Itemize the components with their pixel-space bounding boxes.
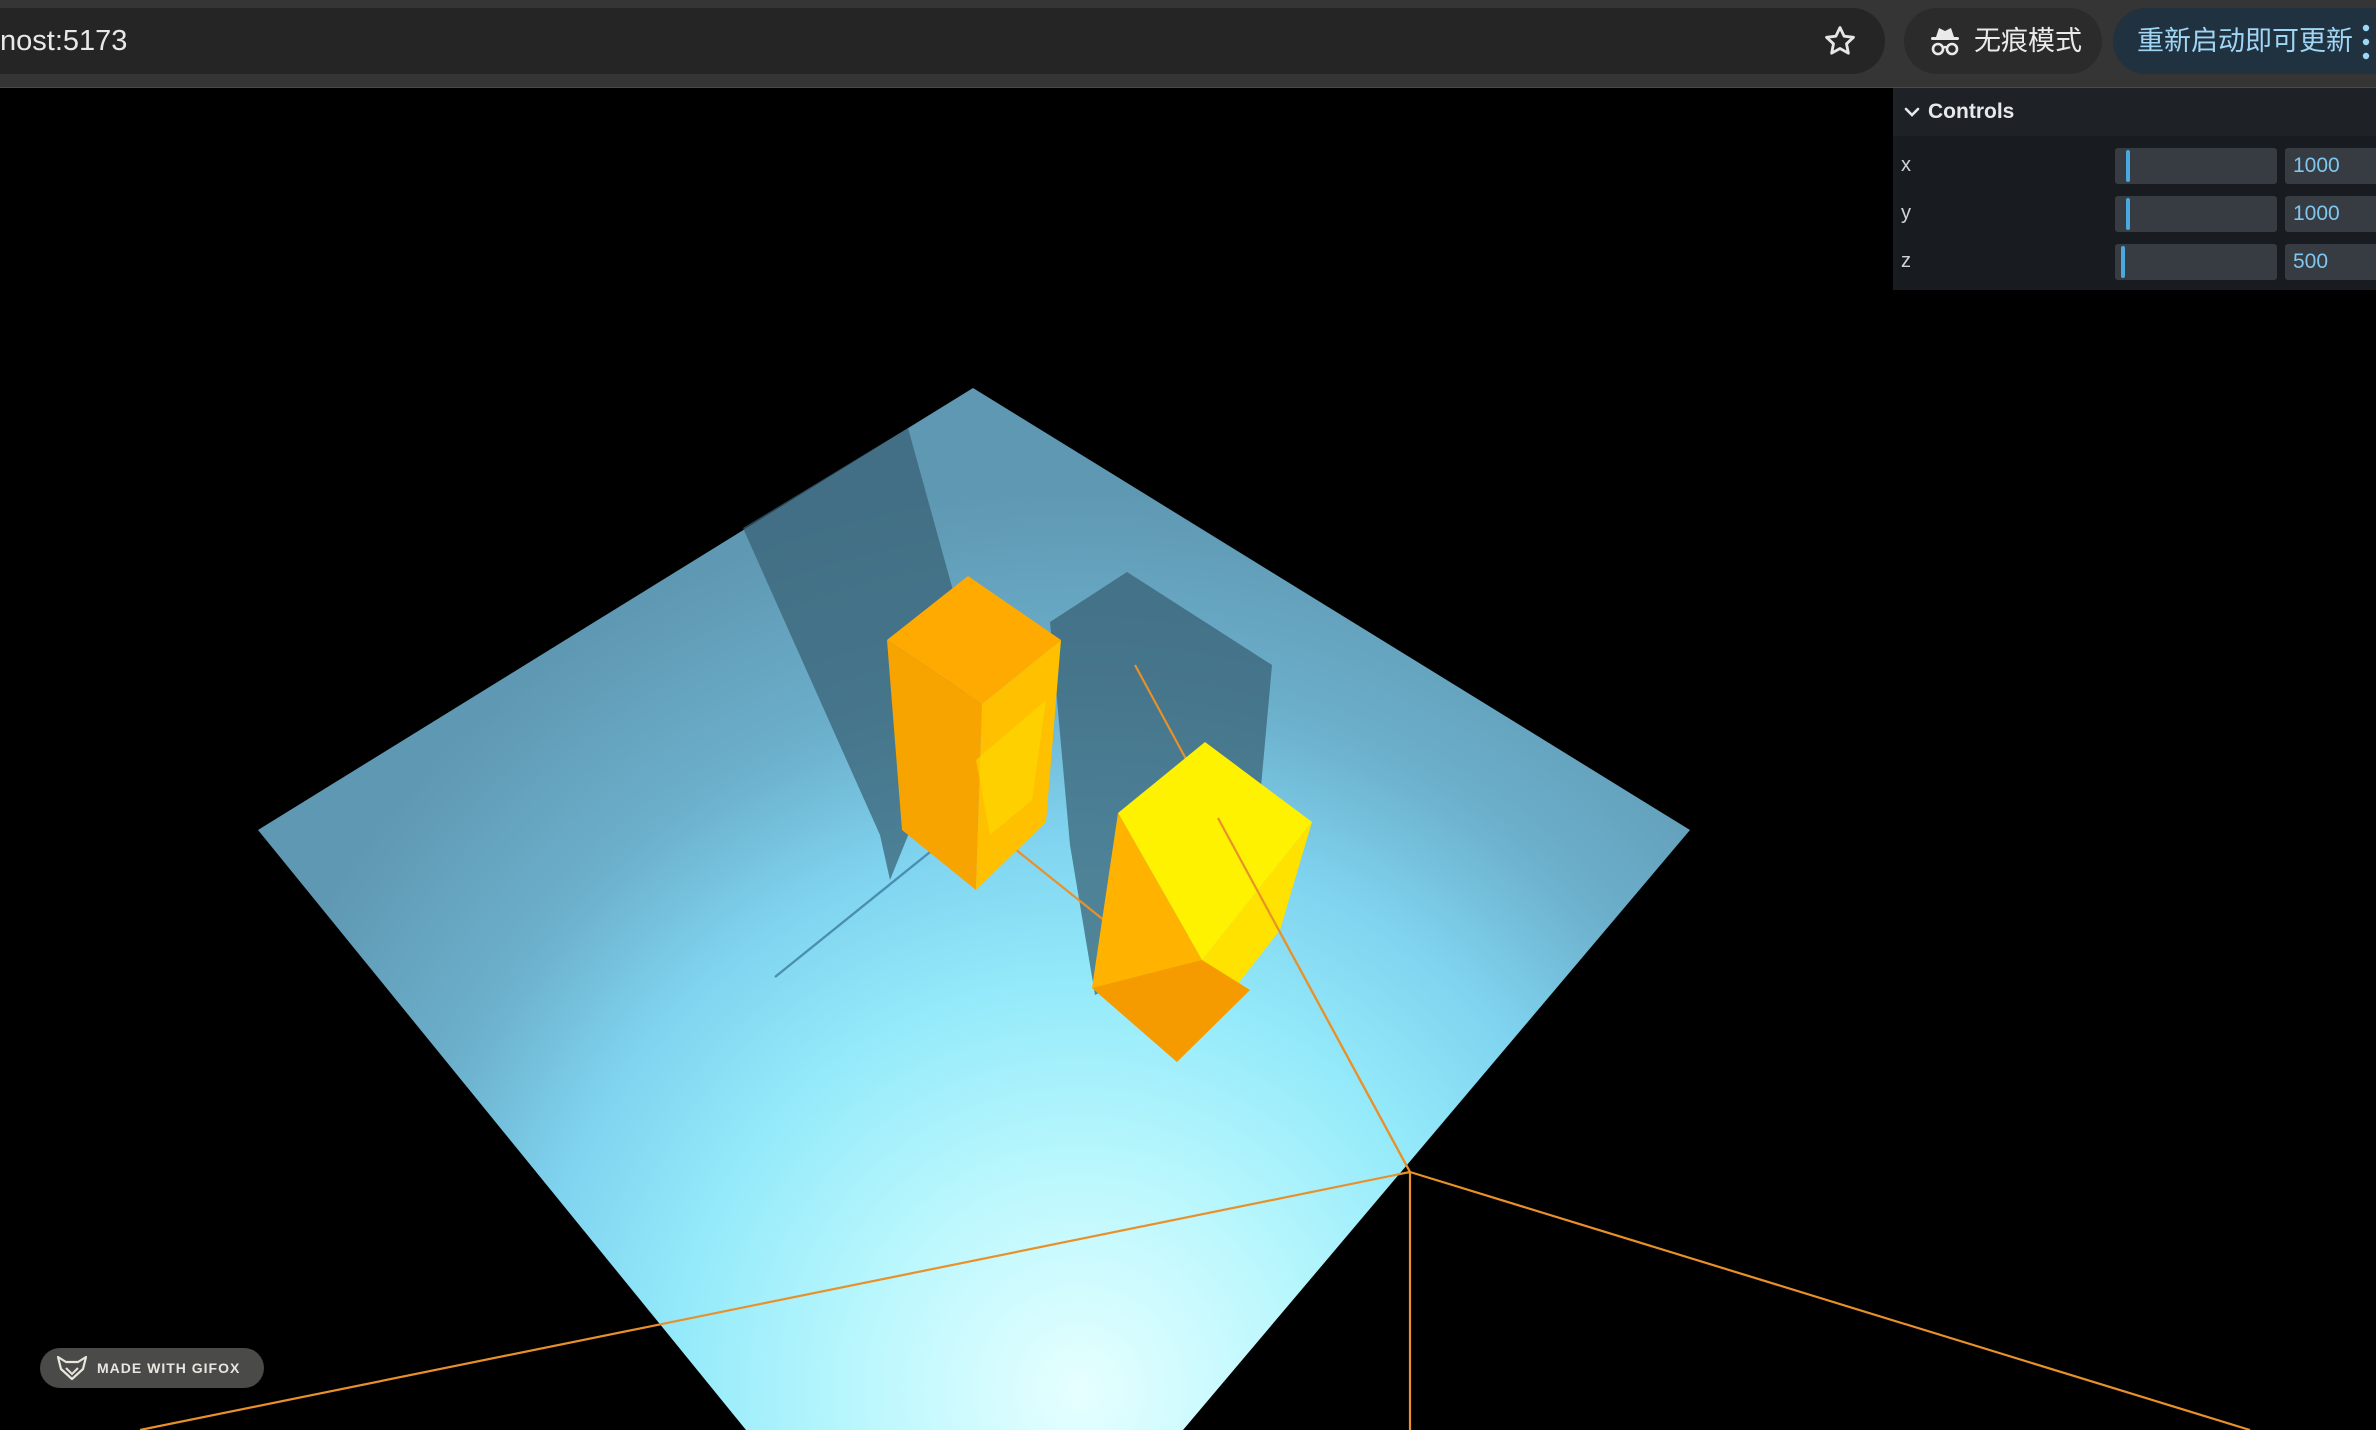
address-bar[interactable]: nost:5173	[0, 8, 1885, 74]
control-row-z: z 500	[1893, 240, 2376, 282]
slider-thumb-x[interactable]	[2126, 150, 2130, 182]
slider-x[interactable]	[2115, 148, 2277, 184]
control-label-z: z	[1901, 250, 1911, 272]
incognito-chip[interactable]: 无痕模式	[1904, 8, 2102, 74]
watermark-text: MADE WITH GIFOX	[97, 1360, 241, 1376]
control-row-x: x 1000	[1893, 144, 2376, 186]
slider-thumb-y[interactable]	[2126, 198, 2130, 230]
browser-toolbar: nost:5173 无痕模式 重新启动即可更新	[0, 0, 2376, 87]
fox-logo-icon	[56, 1355, 88, 1381]
controls-header[interactable]: Controls	[1893, 88, 2376, 136]
control-row-y: y 1000	[1893, 192, 2376, 234]
control-label-y: y	[1901, 202, 1911, 224]
incognito-icon	[1931, 28, 1959, 56]
slider-y[interactable]	[2115, 196, 2277, 232]
slider-thumb-z[interactable]	[2121, 246, 2125, 278]
slider-z[interactable]	[2115, 244, 2277, 280]
control-label-x: x	[1901, 154, 1911, 176]
number-input-x[interactable]: 1000	[2285, 148, 2376, 184]
number-value-x[interactable]: 1000	[2293, 148, 2340, 184]
controls-title: Controls	[1928, 100, 2015, 123]
kebab-menu-icon[interactable]	[2362, 22, 2370, 62]
star-outline-icon[interactable]	[1823, 24, 1857, 58]
address-bar-url[interactable]: nost:5173	[0, 8, 127, 74]
number-input-y[interactable]: 1000	[2285, 196, 2376, 232]
ground-plane	[258, 388, 1690, 1430]
relaunch-label: 重新启动即可更新	[2137, 26, 2353, 56]
number-value-y[interactable]: 1000	[2293, 196, 2340, 232]
number-value-z[interactable]: 500	[2293, 244, 2328, 280]
relaunch-to-update-button[interactable]: 重新启动即可更新	[2113, 8, 2376, 74]
gifox-watermark: MADE WITH GIFOX	[40, 1348, 264, 1388]
controls-panel: Controls x 1000 y 1000 z 500	[1893, 88, 2376, 290]
number-input-z[interactable]: 500	[2285, 244, 2376, 280]
chevron-down-icon[interactable]	[1901, 101, 1923, 123]
incognito-label: 无痕模式	[1974, 26, 2082, 56]
